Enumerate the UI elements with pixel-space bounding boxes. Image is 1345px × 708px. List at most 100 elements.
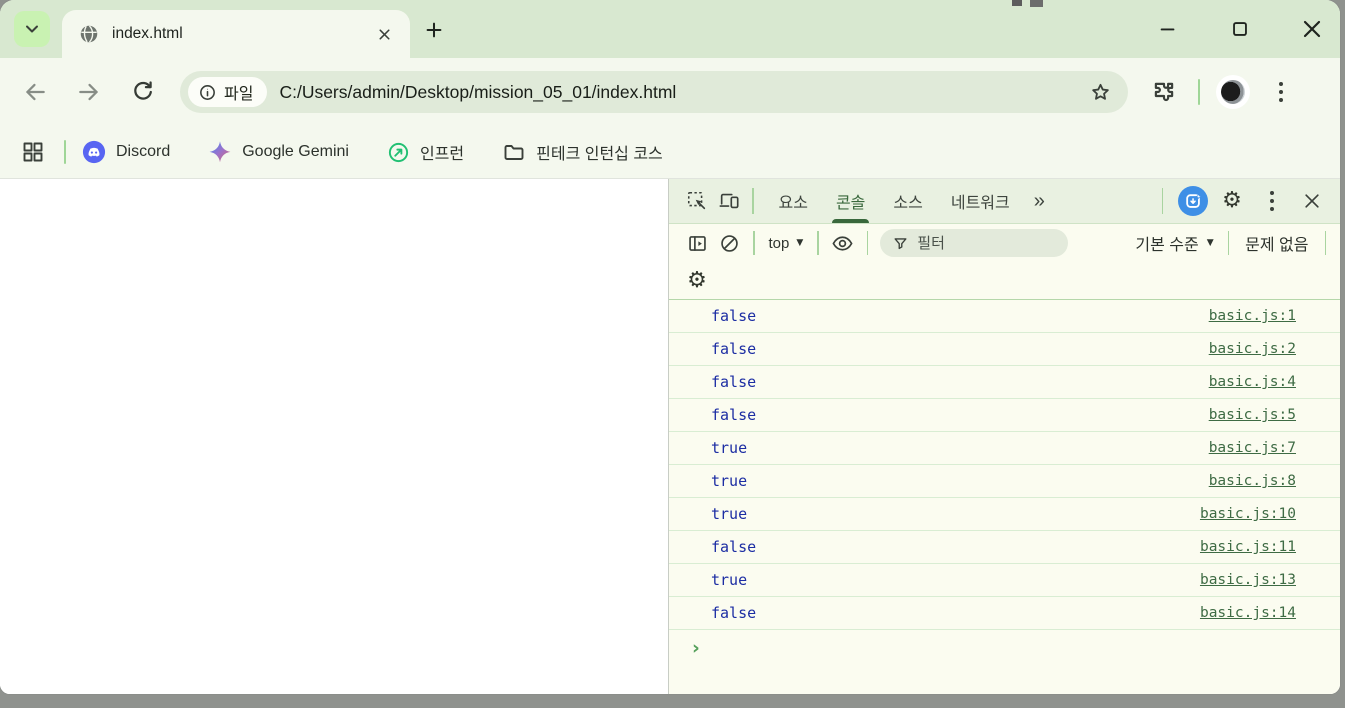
bookmark-inflearn[interactable]: 인프런 [387, 140, 464, 164]
console-toolbar: top ▼ 기본 수준 ▼ [669, 224, 1340, 262]
extensions-button[interactable] [1148, 76, 1180, 108]
console-message-list: false basic.js:1 false basic.js:2 false … [669, 300, 1340, 630]
tab-sources[interactable]: 소스 [879, 179, 936, 223]
file-chip-label: 파일 [224, 80, 253, 104]
bookmarks-divider [64, 140, 66, 164]
ai-assistance-icon [1184, 192, 1203, 211]
console-log-value: true [711, 505, 747, 523]
bookmark-star-icon[interactable] [1089, 81, 1112, 104]
tab-strip: index.html [0, 0, 1340, 58]
issues-counter[interactable]: 문제 없음 [1237, 231, 1316, 255]
console-source-link[interactable]: basic.js:8 [1209, 473, 1296, 489]
bookmark-label: Discord [116, 143, 170, 161]
discord-icon [82, 140, 106, 164]
console-log-value: true [711, 472, 747, 490]
context-label: top [769, 235, 790, 252]
inspect-cursor-icon [686, 190, 708, 212]
globe-favicon-icon [78, 23, 100, 45]
tab-elements[interactable]: 요소 [765, 179, 822, 223]
console-source-link[interactable]: basic.js:4 [1209, 374, 1296, 390]
console-log-row: false basic.js:2 [669, 333, 1340, 366]
tab-title: index.html [112, 25, 370, 43]
devtools-close-button[interactable] [1296, 185, 1328, 217]
tab-close-button[interactable] [370, 20, 398, 48]
tab-network[interactable]: 네트워크 [937, 179, 1024, 223]
caret-down-icon: ▼ [796, 238, 803, 248]
console-log-value: false [711, 604, 756, 622]
bookmark-folder-fintech[interactable]: 핀테크 인턴십 코스 [502, 140, 663, 164]
url-scheme-chip[interactable]: 파일 [188, 77, 267, 107]
device-toolbar-button[interactable] [713, 185, 745, 217]
bookmark-discord[interactable]: Discord [82, 140, 170, 164]
toolbar-divider [817, 231, 819, 255]
close-icon [1302, 191, 1322, 211]
ai-assistance-button[interactable] [1178, 186, 1208, 216]
console-source-link[interactable]: basic.js:14 [1200, 605, 1296, 621]
devtools-tabbar-right: ⚙ [1155, 185, 1329, 217]
console-source-link[interactable]: basic.js:13 [1200, 572, 1296, 588]
maximize-button[interactable] [1226, 15, 1254, 43]
puzzle-icon [1151, 79, 1177, 105]
devtools-menu-button[interactable] [1256, 185, 1288, 217]
close-icon [1300, 17, 1324, 41]
reload-button[interactable] [128, 77, 158, 107]
console-sidebar-toggle-button[interactable] [681, 227, 713, 259]
browser-menu-button[interactable] [1266, 77, 1296, 107]
console-source-link[interactable]: basic.js:7 [1209, 440, 1296, 456]
back-arrow-icon [22, 79, 48, 105]
devtools-tabbar: 요소 콘솔 소스 네트워크 » [669, 179, 1340, 224]
console-log-row: true basic.js:10 [669, 498, 1340, 531]
console-log-value: false [711, 538, 756, 556]
more-tabs-button[interactable]: » [1024, 179, 1055, 223]
console-source-link[interactable]: basic.js:2 [1209, 341, 1296, 357]
console-source-link[interactable]: basic.js:10 [1200, 506, 1296, 522]
inspect-element-button[interactable] [681, 185, 713, 217]
console-settings-button[interactable]: ⚙ [681, 265, 713, 297]
log-levels-dropdown[interactable]: 기본 수준 ▼ [1129, 231, 1219, 255]
browser-window: index.html [0, 0, 1340, 694]
plus-icon [423, 19, 445, 41]
address-bar[interactable]: 파일 C:/Users/admin/Desktop/mission_05_01/… [180, 71, 1128, 113]
browser-tab[interactable]: index.html [62, 10, 410, 58]
devtools-tabs: 요소 콘솔 소스 네트워크 [765, 179, 1024, 223]
toolbar-divider [1198, 79, 1200, 105]
forward-button[interactable] [74, 77, 104, 107]
folder-icon [502, 140, 526, 164]
live-expression-button[interactable] [827, 227, 859, 259]
more-tabs-icon: » [1034, 190, 1045, 213]
kebab-menu-icon [1279, 82, 1283, 102]
minimize-button[interactable] [1154, 15, 1182, 43]
bookmark-google-gemini[interactable]: Google Gemini [208, 140, 349, 164]
console-filter-field[interactable] [880, 229, 1068, 257]
back-button[interactable] [20, 77, 50, 107]
console-input-row[interactable]: › [669, 630, 1340, 666]
devtools-settings-button[interactable]: ⚙ [1216, 185, 1248, 217]
console-source-link[interactable]: basic.js:5 [1209, 407, 1296, 423]
tab-console[interactable]: 콘솔 [822, 179, 879, 223]
filter-input[interactable] [917, 235, 1037, 252]
url-text[interactable]: C:/Users/admin/Desktop/mission_05_01/ind… [279, 82, 1089, 103]
console-log-row: true basic.js:8 [669, 465, 1340, 498]
console-log-value: false [711, 340, 756, 358]
tab-search-button[interactable] [14, 11, 50, 47]
bookmark-label: Google Gemini [242, 143, 349, 161]
toolbar-divider [753, 231, 755, 255]
console-toolbar-right: 기본 수준 ▼ 문제 없음 [1129, 231, 1328, 255]
console-log-value: true [711, 439, 747, 457]
page-viewport [0, 179, 668, 694]
sidebar-panel-icon [687, 233, 708, 254]
console-source-link[interactable]: basic.js:11 [1200, 539, 1296, 555]
close-window-button[interactable] [1298, 15, 1326, 43]
clear-console-button[interactable] [713, 227, 745, 259]
console-source-link[interactable]: basic.js:1 [1209, 308, 1296, 324]
apps-grid-button[interactable] [18, 137, 48, 167]
javascript-context-dropdown[interactable]: top ▼ [763, 235, 810, 252]
console-log-row: true basic.js:13 [669, 564, 1340, 597]
info-icon [198, 83, 217, 102]
profile-avatar[interactable] [1216, 75, 1250, 109]
console-log-value: false [711, 406, 756, 424]
new-tab-button[interactable] [420, 16, 448, 44]
console-log-value: false [711, 307, 756, 325]
content-area: 요소 콘솔 소스 네트워크 » [0, 178, 1340, 694]
toolbar-divider [1228, 231, 1230, 255]
